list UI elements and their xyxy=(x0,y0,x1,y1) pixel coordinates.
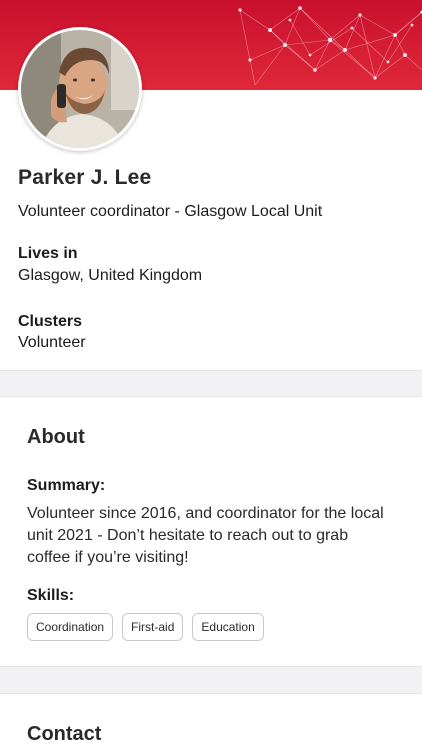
skills-list: Coordination First-aid Education xyxy=(27,613,264,641)
section-divider xyxy=(0,666,422,694)
clusters-value: Volunteer xyxy=(18,334,86,351)
avatar[interactable] xyxy=(18,27,142,151)
summary-text: Volunteer since 2016, and coordinator fo… xyxy=(27,505,384,566)
skill-chip[interactable]: Coordination xyxy=(27,613,114,641)
profile-role: Volunteer coordinator - Glasgow Local Un… xyxy=(18,203,323,220)
avatar-photo xyxy=(21,30,139,148)
clusters-label: Clusters xyxy=(18,313,83,330)
skill-chip[interactable]: First-aid xyxy=(122,613,184,641)
lives-in-value: Glasgow, United Kingdom xyxy=(18,267,203,284)
about-title: About xyxy=(27,426,85,448)
lives-in-label: Lives in xyxy=(18,245,78,262)
skill-chip[interactable]: Education xyxy=(192,613,264,641)
skills-label: Skills: xyxy=(27,587,75,604)
section-divider xyxy=(0,370,422,397)
contact-title: Contact xyxy=(27,723,102,745)
summary-label: Summary: xyxy=(27,477,106,494)
profile-name: Parker J. Lee xyxy=(18,166,152,189)
